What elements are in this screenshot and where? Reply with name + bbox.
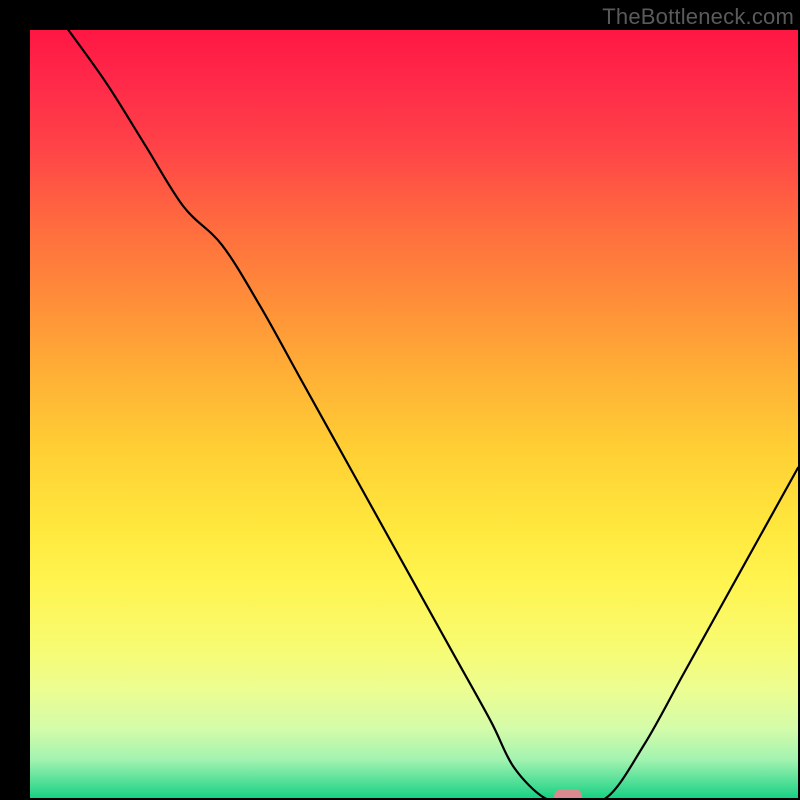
- plot-frame: [30, 30, 798, 798]
- attribution-text: TheBottleneck.com: [602, 4, 794, 30]
- optimal-marker: [554, 789, 582, 799]
- bottleneck-curve: [30, 30, 798, 798]
- plot-area: [30, 30, 798, 798]
